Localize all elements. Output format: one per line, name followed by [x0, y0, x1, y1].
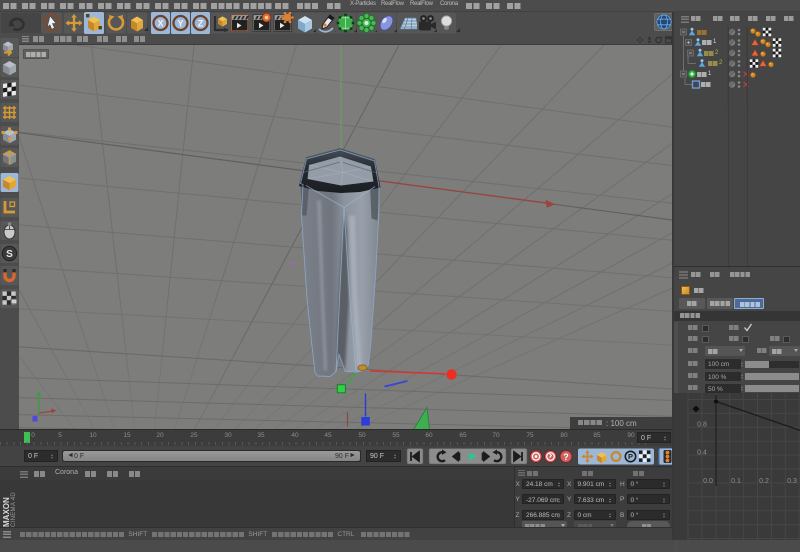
svg-text:0.8: 0.8 [697, 422, 707, 429]
svg-text:0.0: 0.0 [703, 478, 713, 485]
svg-text:S: S [6, 249, 13, 260]
svg-text:Z: Z [198, 19, 204, 29]
svg-text:0.3: 0.3 [787, 478, 797, 485]
svg-text:0.4: 0.4 [697, 450, 707, 457]
svg-text:X: X [157, 19, 163, 29]
svg-text:Y: Y [177, 19, 183, 29]
svg-text:?: ? [563, 452, 569, 462]
svg-text:0.1: 0.1 [731, 478, 741, 485]
svg-text:P: P [628, 452, 633, 461]
svg-text:0.2: 0.2 [759, 478, 769, 485]
